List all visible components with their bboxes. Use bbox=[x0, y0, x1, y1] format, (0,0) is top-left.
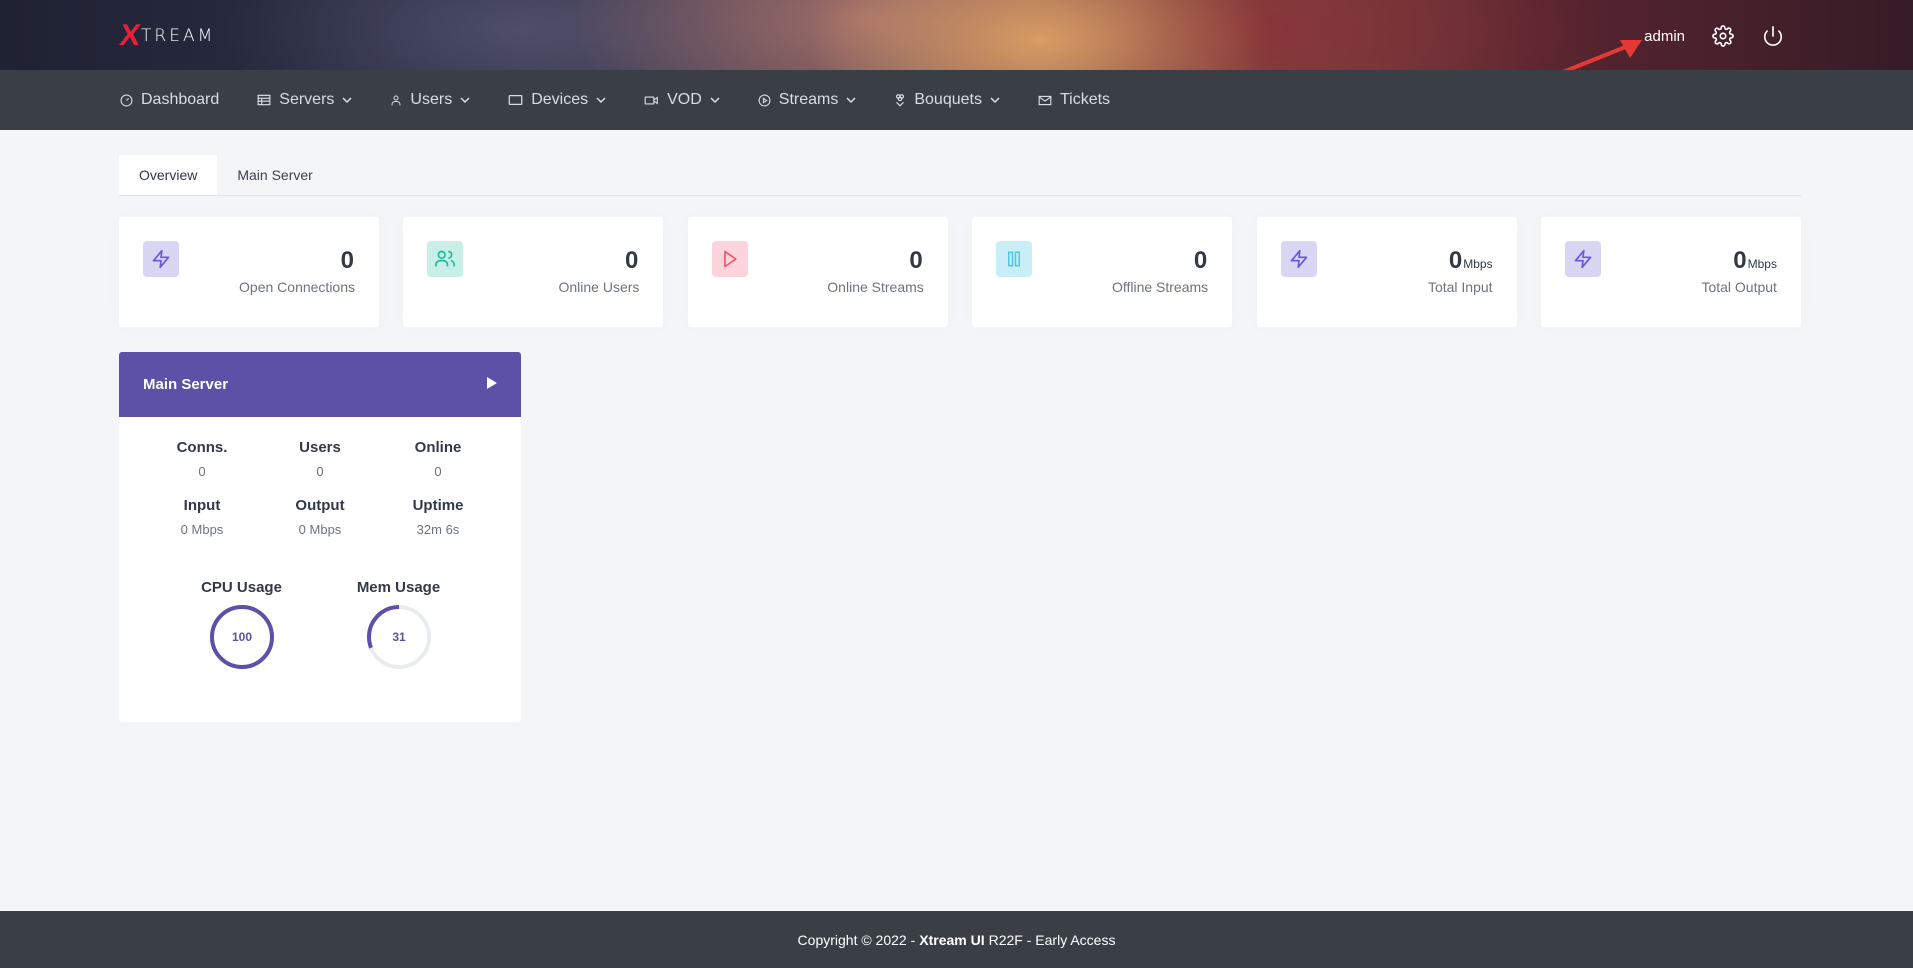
stat-card-open-connections: 0 Open Connections bbox=[119, 217, 379, 327]
cpu-gauge: CPU Usage 100 bbox=[177, 579, 307, 670]
stat-card-online-streams: 0 Online Streams bbox=[687, 217, 948, 327]
lightning-icon bbox=[1280, 241, 1317, 277]
stat-value: 0 bbox=[909, 247, 923, 274]
main-nav: Dashboard Servers Users Devices VOD Stre… bbox=[0, 70, 1913, 130]
chevron-down-icon bbox=[990, 97, 1000, 103]
metric-users: Users 0 bbox=[299, 439, 341, 479]
nav-bouquets-label: Bouquets bbox=[914, 91, 982, 108]
stat-card-total-output: 0 Mbps Total Output bbox=[1540, 217, 1801, 327]
stat-label: Online Streams bbox=[827, 279, 924, 295]
server-metrics: Conns. 0 Users 0 Online 0 Input 0 Mbps O… bbox=[119, 439, 521, 537]
nav-streams-label: Streams bbox=[778, 91, 839, 108]
top-bar: X TREAM admin bbox=[0, 0, 1913, 80]
nav-users-label: Users bbox=[410, 91, 453, 108]
play-icon bbox=[711, 241, 748, 277]
chevron-down-icon bbox=[846, 97, 856, 103]
cpu-gauge-ring: 100 bbox=[209, 605, 274, 669]
cpu-gauge-value: 100 bbox=[231, 630, 251, 644]
chevron-down-icon bbox=[710, 97, 720, 103]
metric-uptime: Uptime 32m 6s bbox=[412, 497, 464, 537]
mail-icon bbox=[1038, 95, 1052, 106]
stat-label: Total Input bbox=[1427, 279, 1493, 295]
video-camera-icon bbox=[644, 95, 659, 106]
nav-dashboard-label: Dashboard bbox=[141, 91, 220, 108]
chevron-down-icon bbox=[342, 97, 352, 103]
pause-icon bbox=[996, 241, 1033, 277]
stats-row: 0 Open Connections 0 Online Users 0 Onli… bbox=[119, 217, 1801, 327]
flower-icon bbox=[894, 93, 906, 107]
username-link[interactable]: admin bbox=[1644, 28, 1685, 45]
nav-dashboard[interactable]: Dashboard bbox=[120, 70, 219, 130]
stat-card-total-input: 0 Mbps Total Input bbox=[1256, 217, 1517, 327]
stat-label: Offline Streams bbox=[1111, 279, 1209, 295]
mem-gauge-ring: 31 bbox=[366, 605, 431, 669]
dashboard-icon bbox=[120, 94, 133, 107]
metric-output: Output 0 Mbps bbox=[295, 497, 345, 537]
metric-input: Input 0 Mbps bbox=[180, 497, 224, 537]
power-icon[interactable] bbox=[1761, 24, 1785, 48]
tablet-icon bbox=[508, 94, 523, 106]
server-card-main: Main Server Conns. 0 Users 0 Online 0 In… bbox=[119, 352, 521, 722]
logo[interactable]: X TREAM bbox=[117, 19, 216, 52]
users-icon bbox=[427, 241, 464, 277]
stat-value: 0 bbox=[1193, 247, 1208, 274]
tab-main-server[interactable]: Main Server bbox=[217, 155, 332, 195]
nav-users[interactable]: Users bbox=[390, 70, 470, 130]
stat-label: Open Connections bbox=[239, 279, 355, 295]
stat-label: Online Users bbox=[558, 279, 640, 295]
footer: Copyright © 2022 - Xtream UI R22F - Earl… bbox=[0, 911, 1913, 968]
nav-servers[interactable]: Servers bbox=[257, 70, 352, 130]
nav-tickets[interactable]: Tickets bbox=[1038, 70, 1110, 130]
server-title: Main Server bbox=[143, 376, 229, 393]
stat-value: 0 Mbps bbox=[1448, 247, 1493, 274]
server-gauges: CPU Usage 100 Mem Usage 31 bbox=[119, 579, 521, 670]
tab-overview[interactable]: Overview bbox=[119, 155, 218, 195]
server-icon bbox=[257, 94, 271, 106]
nav-servers-label: Servers bbox=[279, 91, 335, 108]
metric-conns: Conns. 0 bbox=[176, 439, 228, 479]
dashboard-tabs: Overview Main Server bbox=[119, 155, 1801, 196]
nav-tickets-label: Tickets bbox=[1059, 91, 1111, 108]
nav-vod-label: VOD bbox=[667, 91, 702, 108]
chevron-down-icon bbox=[596, 97, 606, 103]
footer-version: R22F - Early Access bbox=[988, 931, 1116, 948]
play-icon[interactable] bbox=[487, 376, 497, 393]
stat-label: Total Output bbox=[1701, 279, 1777, 295]
footer-brand: Xtream UI bbox=[919, 931, 985, 948]
stat-card-online-users: 0 Online Users bbox=[403, 217, 664, 327]
top-right-controls: admin bbox=[1644, 22, 1785, 50]
gear-icon[interactable] bbox=[1711, 24, 1735, 48]
stat-card-offline-streams: 0 Offline Streams bbox=[972, 217, 1233, 327]
footer-copyright: Copyright © 2022 - bbox=[797, 931, 916, 948]
lightning-icon bbox=[1564, 241, 1601, 277]
nav-vod[interactable]: VOD bbox=[644, 70, 720, 130]
mem-gauge: Mem Usage 31 bbox=[334, 579, 464, 670]
metric-online: Online 0 bbox=[414, 439, 462, 479]
server-card-header[interactable]: Main Server bbox=[119, 352, 521, 417]
logo-x: X bbox=[117, 19, 143, 52]
stat-value: 0 bbox=[340, 247, 354, 274]
nav-devices[interactable]: Devices bbox=[508, 70, 606, 130]
lightning-icon bbox=[143, 241, 179, 277]
nav-devices-label: Devices bbox=[531, 91, 589, 108]
play-circle-icon bbox=[758, 94, 771, 107]
chevron-down-icon bbox=[460, 97, 470, 103]
nav-bouquets[interactable]: Bouquets bbox=[894, 70, 1000, 130]
mem-gauge-value: 31 bbox=[392, 630, 406, 644]
stat-value: 0 bbox=[625, 247, 639, 274]
user-icon bbox=[390, 94, 402, 107]
nav-streams[interactable]: Streams bbox=[758, 70, 857, 130]
stat-value: 0 Mbps bbox=[1733, 247, 1777, 274]
logo-text: TREAM bbox=[141, 26, 216, 46]
